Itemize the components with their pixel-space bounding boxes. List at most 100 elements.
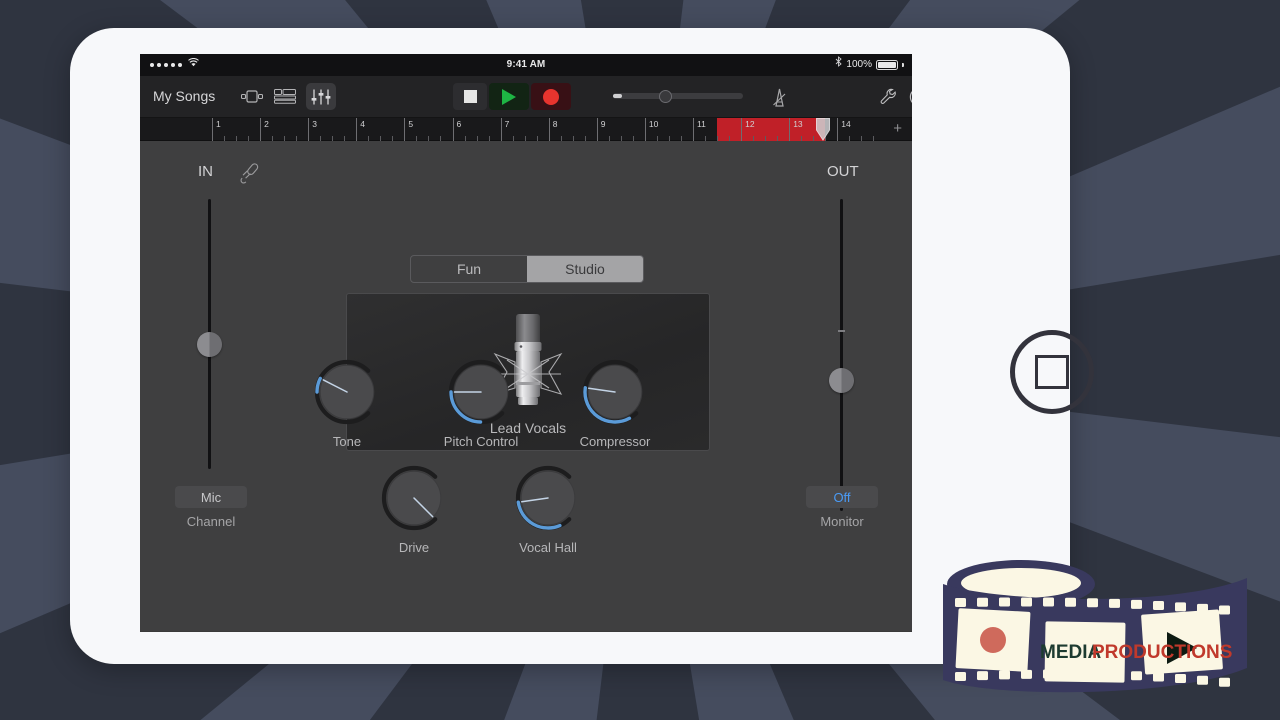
ruler-bar-label: 3 xyxy=(312,119,317,129)
knob-control[interactable]: Tone xyxy=(297,356,397,449)
film-sprocket-hole xyxy=(1087,598,1098,608)
ruler-bar-marker: 13 xyxy=(789,118,803,141)
film-sprocket-hole xyxy=(955,672,966,681)
film-sprocket-hole xyxy=(1021,597,1032,607)
play-button[interactable] xyxy=(489,83,529,110)
input-fader-thumb[interactable] xyxy=(197,332,222,357)
mixer-faders-icon[interactable] xyxy=(306,83,336,110)
master-volume-thumb[interactable] xyxy=(659,90,672,103)
knob-dial[interactable] xyxy=(431,356,531,428)
film-sprocket-hole xyxy=(1087,669,1098,679)
tab-fun[interactable]: Fun xyxy=(411,256,527,282)
film-sprocket-hole xyxy=(1109,670,1120,680)
ruler-bar-marker: 6 xyxy=(452,118,461,141)
metronome-off-icon[interactable] xyxy=(767,86,791,108)
record-dot-icon xyxy=(980,627,1006,653)
ruler-bar-label: 5 xyxy=(408,119,414,129)
ruler-bar-marker: 11 xyxy=(693,118,706,141)
battery-percent: 100% xyxy=(846,59,872,70)
record-button[interactable] xyxy=(531,83,571,110)
home-square-icon xyxy=(1035,355,1069,389)
ruler-bar-label: 1 xyxy=(216,119,221,129)
timeline-ruler[interactable]: 1 2 3 4 5 6 7 8 9 10 11 12 13 14 + xyxy=(140,118,912,141)
battery-icon xyxy=(876,60,898,70)
knob-control[interactable]: Vocal Hall xyxy=(498,462,598,555)
ruler-bar-marker: 3 xyxy=(308,118,317,141)
ruler-bar-marker: 9 xyxy=(596,118,606,141)
loop-region[interactable] xyxy=(717,118,826,141)
ruler-bar-marker: 10 xyxy=(644,118,658,141)
film-sprocket-hole xyxy=(999,597,1010,607)
film-sprocket-hole xyxy=(977,671,988,681)
ruler-bar-marker: 1 xyxy=(212,118,221,141)
film-sprocket-hole xyxy=(1153,672,1164,682)
add-section-button[interactable]: + xyxy=(893,121,902,136)
home-button[interactable] xyxy=(1010,330,1094,414)
help-question-icon[interactable]: ? xyxy=(908,86,912,108)
stop-button[interactable] xyxy=(453,83,487,110)
mode-segmented-control[interactable]: Fun Studio xyxy=(410,255,644,283)
ruler-bars[interactable]: 1 2 3 4 5 6 7 8 9 10 11 12 13 14 xyxy=(212,118,883,141)
tab-studio[interactable]: Studio xyxy=(527,256,643,282)
knob-control[interactable]: Compressor xyxy=(565,356,665,449)
channel-select-button[interactable]: Mic xyxy=(175,486,247,508)
ruler-bar-marker: 14 xyxy=(837,118,851,141)
knob-dial[interactable] xyxy=(364,462,464,534)
status-right: 100% xyxy=(835,54,904,76)
output-fader-unity-tick xyxy=(838,330,845,332)
main-toolbar: My Songs xyxy=(140,76,912,118)
output-fader-thumb[interactable] xyxy=(829,368,854,393)
status-time: 9:41 AM xyxy=(506,59,546,70)
film-sprocket-hole xyxy=(977,597,988,607)
ruler-bar-marker: 8 xyxy=(548,118,557,141)
media-productions-watermark: MEDIA PRODUCTIONS xyxy=(935,548,1255,713)
my-songs-button[interactable]: My Songs xyxy=(153,88,215,104)
channel-caption: Channel xyxy=(186,514,236,529)
ruler-bar-label: 2 xyxy=(264,119,269,129)
bluetooth-icon xyxy=(835,54,843,76)
master-volume-slider[interactable] xyxy=(613,90,743,103)
film-sprocket-hole xyxy=(1109,598,1120,608)
output-fader-track[interactable] xyxy=(840,199,843,511)
track-list-icon[interactable] xyxy=(270,83,300,110)
ipad-device: 9:41 AM 100% My Songs 1 2 3 4 5 6 7 8 9 … xyxy=(70,28,1094,664)
film-sprocket-hole xyxy=(955,598,966,607)
ruler-bar-label: 12 xyxy=(745,119,755,129)
knob-label: Tone xyxy=(332,434,362,449)
ruler-bar-marker: 2 xyxy=(260,118,269,141)
film-sprocket-hole xyxy=(1197,603,1208,613)
wrench-settings-icon[interactable] xyxy=(878,86,900,108)
microphone-input-icon[interactable] xyxy=(237,161,261,185)
film-sprocket-hole xyxy=(1043,669,1054,679)
navigation-view-icon[interactable] xyxy=(237,83,267,110)
ruler-bar-label: 8 xyxy=(552,119,558,129)
film-sprocket-hole xyxy=(1219,605,1230,615)
film-sprocket-hole xyxy=(1153,601,1164,611)
knob-dial[interactable] xyxy=(565,356,665,428)
film-sprocket-hole xyxy=(1219,677,1230,687)
ruler-bar-label: 7 xyxy=(504,119,510,129)
knob-label: Vocal Hall xyxy=(519,540,577,555)
knob-control[interactable]: Drive xyxy=(364,462,464,555)
film-sprocket-hole xyxy=(1175,674,1186,684)
ruler-bar-label: 4 xyxy=(360,119,366,129)
monitor-caption: Monitor xyxy=(820,514,864,529)
film-sprocket-hole xyxy=(1021,669,1032,679)
ruler-bar-label: 6 xyxy=(456,119,462,129)
film-sprocket-hole xyxy=(1065,669,1076,679)
knob-label: Compressor xyxy=(579,434,651,449)
ruler-bar-label: 10 xyxy=(648,119,659,129)
monitor-toggle-button[interactable]: Off xyxy=(806,486,878,508)
playhead[interactable] xyxy=(815,118,830,141)
film-sprocket-hole xyxy=(1131,671,1142,681)
ruler-bar-label: 9 xyxy=(600,119,606,129)
ruler-bar-label: 11 xyxy=(697,119,706,129)
knob-dial[interactable] xyxy=(297,356,397,428)
film-sprocket-hole xyxy=(1197,675,1208,685)
ruler-bar-label: 13 xyxy=(793,119,803,129)
knob-label: Drive xyxy=(398,540,430,555)
input-label: IN xyxy=(198,163,213,180)
knob-control[interactable]: Pitch Control xyxy=(431,356,531,449)
knob-dial[interactable] xyxy=(498,462,598,534)
ruler-bar-label: 14 xyxy=(841,119,851,129)
